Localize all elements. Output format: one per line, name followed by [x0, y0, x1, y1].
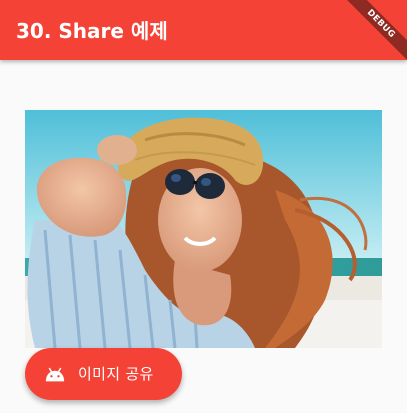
- page-title: 30. Share 예제: [16, 19, 168, 43]
- shared-image: [25, 110, 382, 348]
- debug-banner: DEBUG: [336, 0, 407, 60]
- android-icon: [45, 367, 65, 382]
- share-image-button[interactable]: 이미지 공유: [25, 348, 182, 400]
- share-button-label: 이미지 공유: [78, 365, 154, 383]
- app-bar: 30. Share 예제 DEBUG: [0, 0, 407, 60]
